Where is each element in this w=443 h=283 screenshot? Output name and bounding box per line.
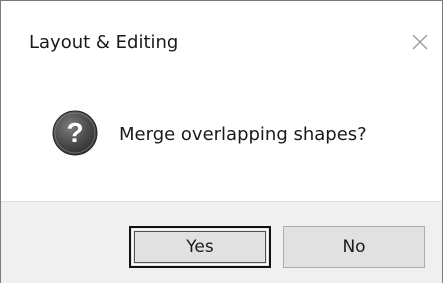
svg-text:?: ? <box>66 117 83 148</box>
dialog-message: Merge overlapping shapes? <box>119 124 367 145</box>
question-icon: ? <box>51 109 99 157</box>
yes-button[interactable]: Yes <box>129 226 271 268</box>
button-bar: Yes No <box>1 201 442 283</box>
close-button[interactable] <box>402 27 438 57</box>
title-bar: Layout & Editing <box>1 1 442 71</box>
dialog-content: ? Merge overlapping shapes? <box>1 71 442 201</box>
dialog-title: Layout & Editing <box>29 32 179 53</box>
no-button[interactable]: No <box>283 226 425 268</box>
close-icon <box>412 34 428 50</box>
message-dialog: Layout & Editing ? Merge overlapping sha… <box>0 0 443 283</box>
